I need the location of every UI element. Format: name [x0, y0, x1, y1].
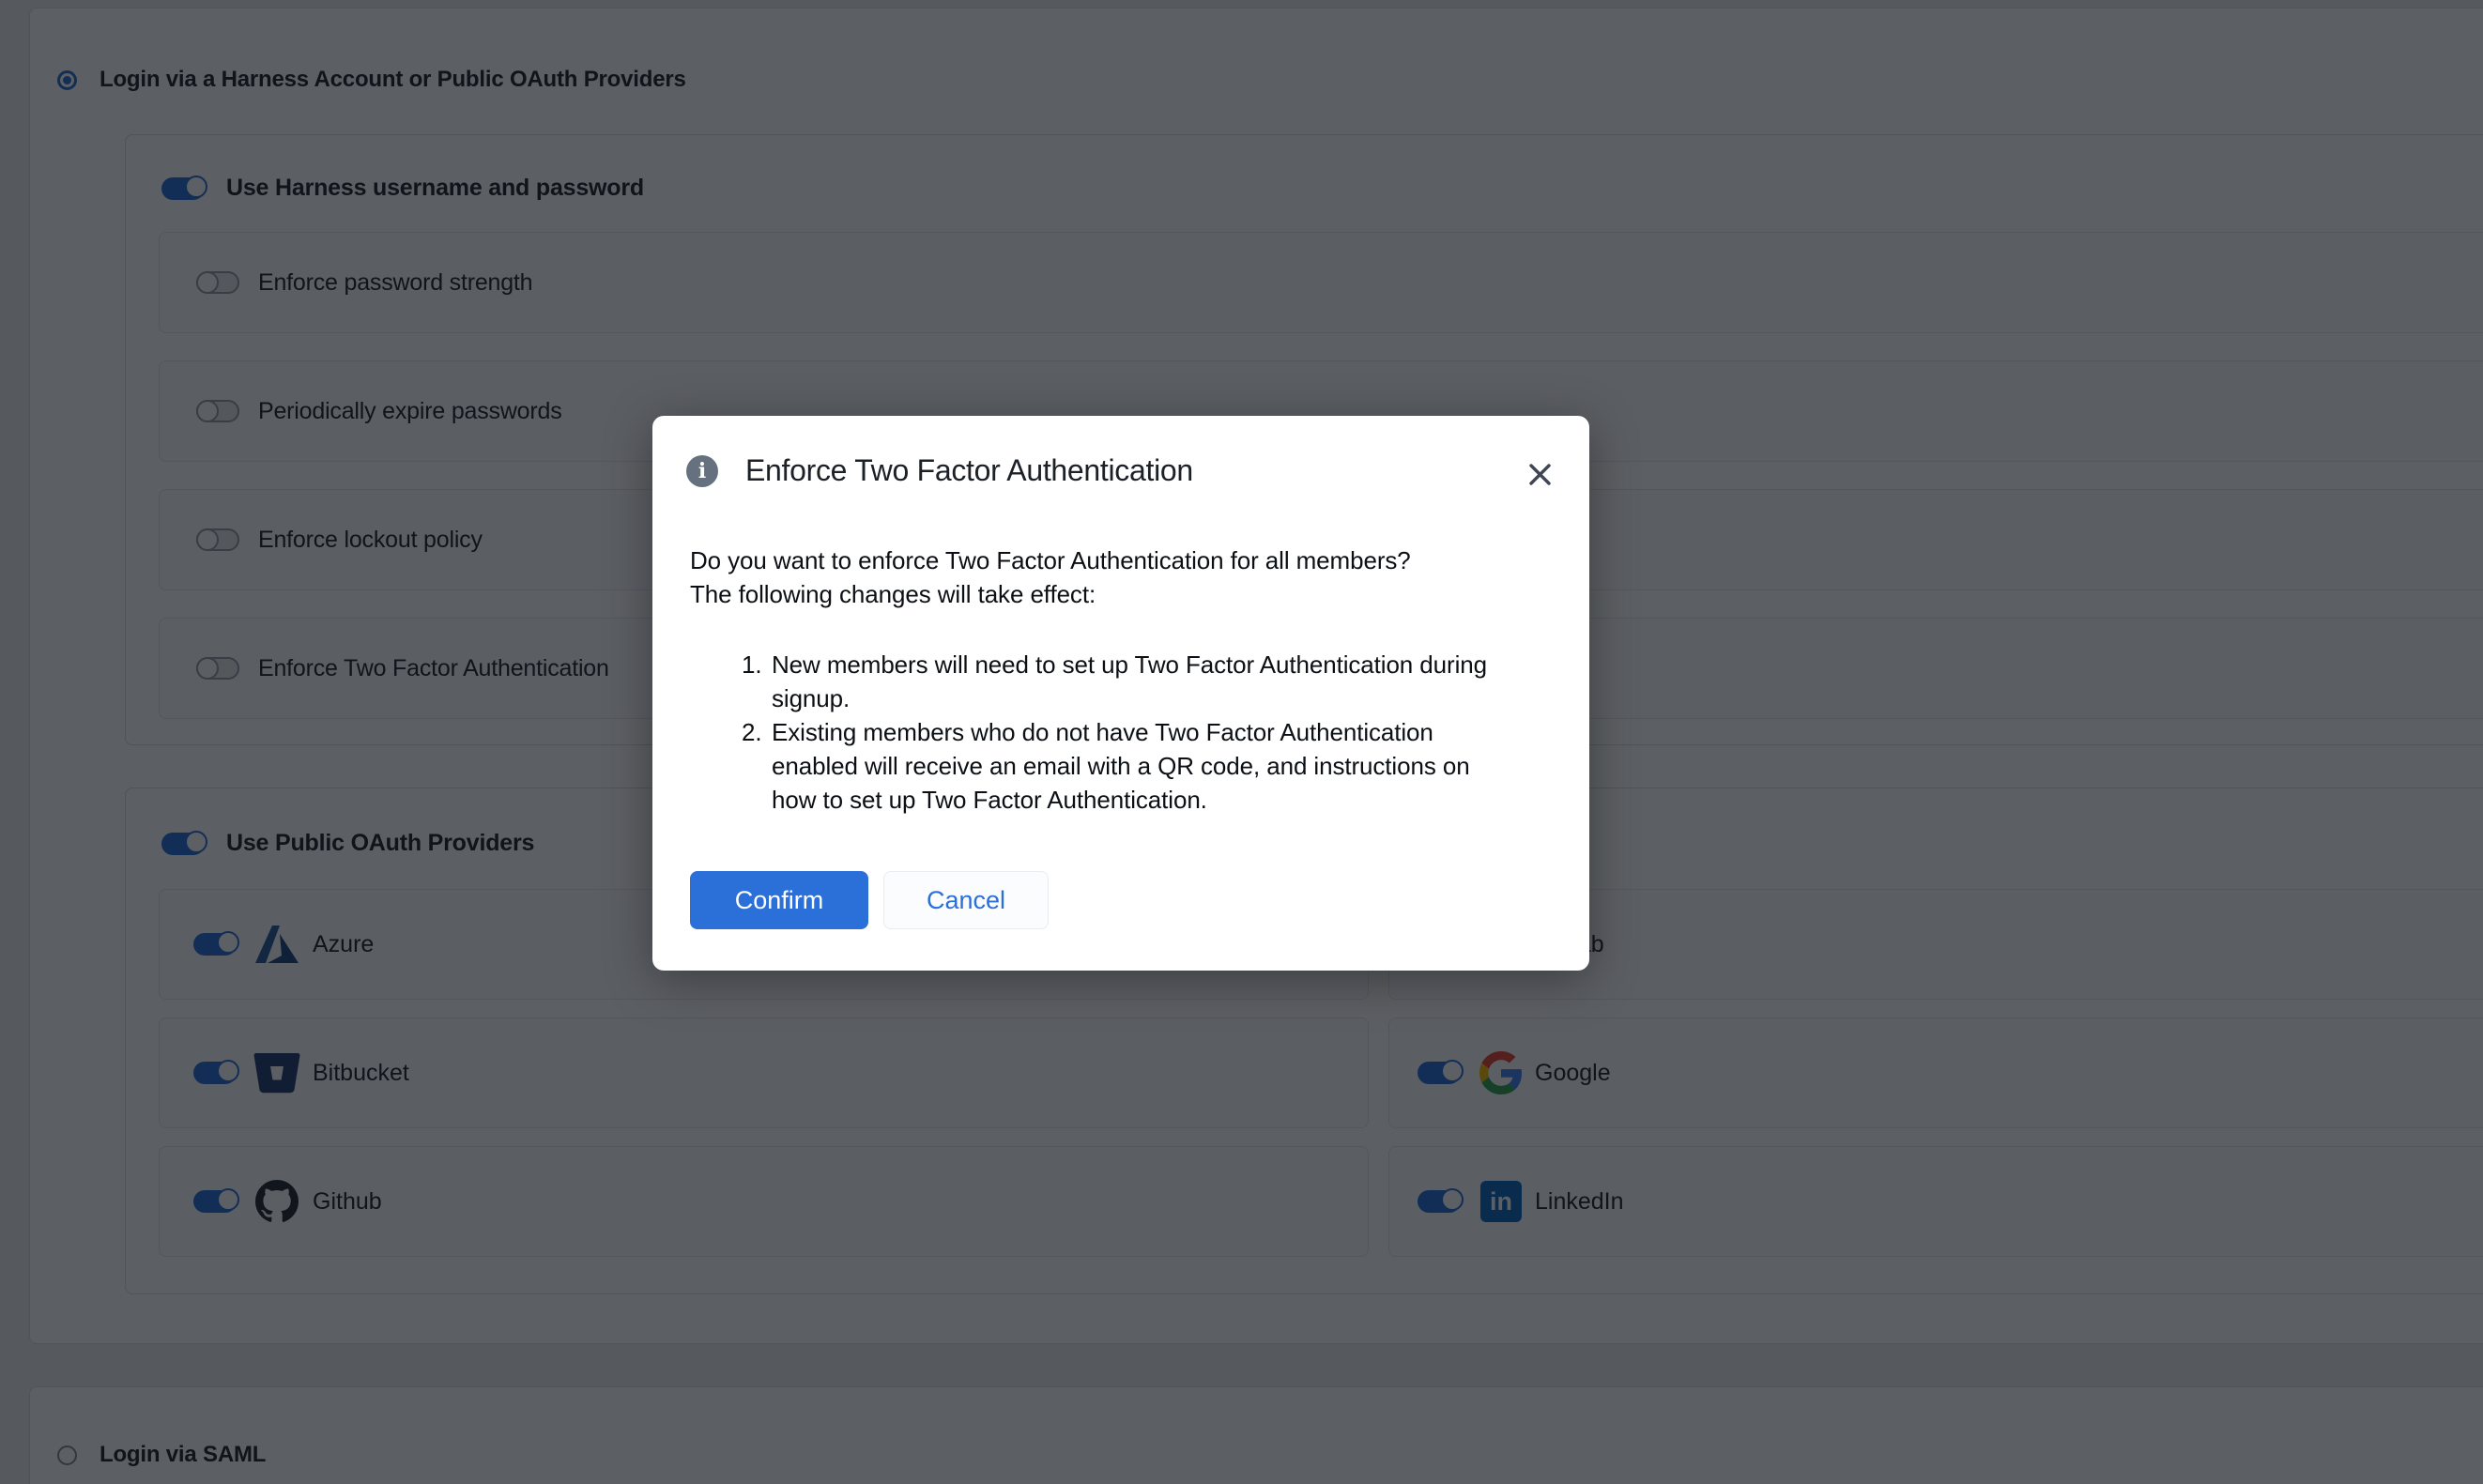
info-icon: i	[686, 455, 718, 487]
dialog-title: Enforce Two Factor Authentication	[745, 453, 1193, 488]
enforce-2fa-dialog: i Enforce Two Factor Authentication Do y…	[652, 416, 1589, 971]
dialog-body-text: Do you want to enforce Two Factor Authen…	[690, 543, 1554, 611]
dialog-button-row: Confirm Cancel	[690, 871, 1049, 929]
close-icon[interactable]	[1521, 455, 1558, 493]
dialog-header: i Enforce Two Factor Authentication	[686, 453, 1193, 488]
list-item: 1. New members will need to set up Two F…	[742, 648, 1568, 715]
confirm-button[interactable]: Confirm	[690, 871, 868, 929]
auth-settings-page: Login via a Harness Account or Public OA…	[0, 0, 2483, 1484]
dialog-list: 1. New members will need to set up Two F…	[742, 648, 1568, 817]
cancel-button[interactable]: Cancel	[883, 871, 1049, 929]
list-item: 2. Existing members who do not have Two …	[742, 715, 1568, 817]
